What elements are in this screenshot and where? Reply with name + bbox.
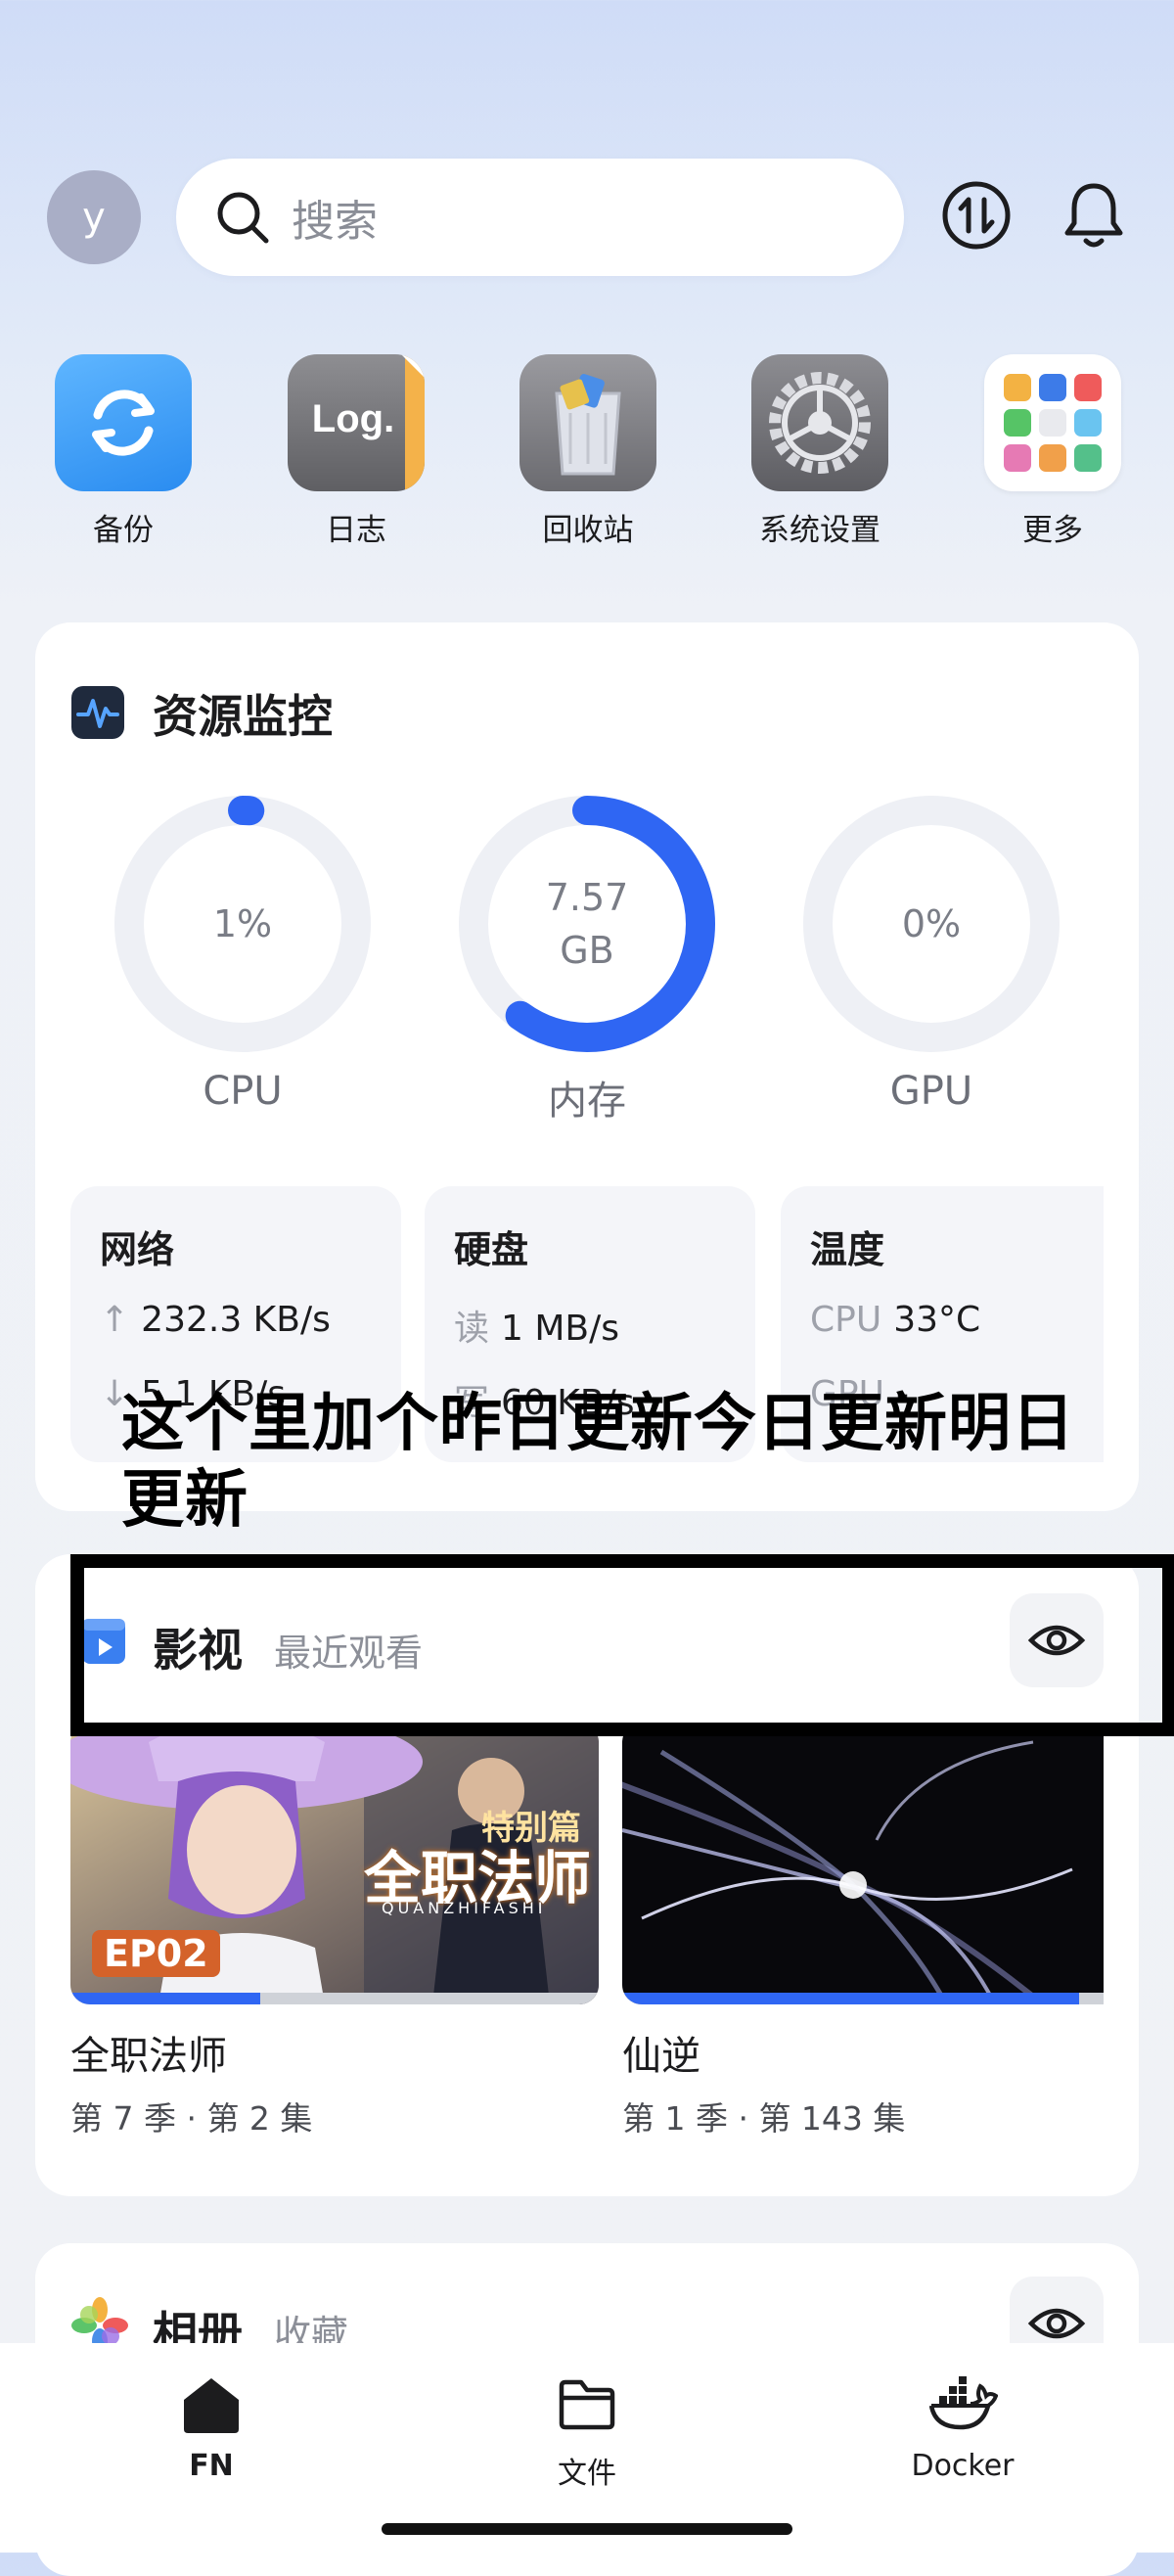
tab-label: 文件 (558, 2457, 616, 2491)
gpu-value: 0% (901, 902, 962, 945)
search-placeholder: 搜索 (292, 197, 378, 247)
thumbnail-subtitle: QUANZHIFASHI (382, 1899, 547, 1917)
stat-title: 网络 (100, 1228, 175, 1271)
progress-track (622, 1993, 1104, 2004)
user-avatar[interactable]: y (47, 170, 141, 264)
docker-icon (928, 2376, 999, 2430)
monitor-title: 资源监控 (153, 690, 333, 743)
progress-fill (622, 1993, 1080, 2004)
search-bar[interactable]: 搜索 (176, 159, 904, 276)
stat-title: 温度 (810, 1228, 885, 1271)
stat-key: 读 (454, 1309, 490, 1349)
app-label: 回收站 (542, 513, 634, 548)
backup-sync-icon (55, 354, 192, 491)
memory-gauge: 7.57 GB (458, 795, 716, 1053)
stat-value: 232.3 KB/s (141, 1300, 331, 1340)
app-log[interactable]: Log. 日志 (278, 354, 434, 549)
eye-icon (1027, 2308, 1086, 2339)
app-recycle-bin[interactable]: 回收站 (510, 354, 666, 549)
search-icon (217, 192, 269, 244)
cpu-value: 1% (212, 902, 273, 945)
episode-badge: EP02 (92, 1930, 220, 1977)
app-label: 日志 (326, 513, 386, 548)
video-episode: 第 7 季 · 第 2 集 (70, 2099, 313, 2138)
app-label: 系统设置 (759, 513, 880, 548)
stat-value: 33°C (893, 1300, 981, 1340)
app-label: 更多 (1022, 513, 1083, 548)
tab-files[interactable]: 文件 (489, 2372, 685, 2492)
progress-fill (70, 1993, 261, 2004)
app-backup[interactable]: 备份 (45, 354, 202, 549)
video-thumbnail-1[interactable]: 特别篇 全职法师 QUANZHIFASHI EP02 (70, 1723, 599, 2004)
monitor-pulse-icon (71, 686, 124, 739)
app-label: 备份 (93, 513, 154, 548)
video-title[interactable]: 仙逆 (622, 2024, 700, 2081)
tab-label: Docker (911, 2449, 1015, 2483)
annotation-highlight-box (70, 1554, 1174, 1736)
video-episode: 第 1 季 · 第 143 集 (622, 2099, 906, 2138)
gpu-gauge: 0% (802, 795, 1061, 1053)
home-icon (184, 2378, 239, 2433)
stat-title: 硬盘 (454, 1228, 529, 1271)
memory-value: 7.57 (545, 876, 629, 919)
tab-fn[interactable]: FN (113, 2372, 309, 2483)
annotation-text: 这个里加个昨日更新今日更新明日更新 (121, 1388, 1075, 1537)
app-more[interactable]: 更多 (974, 354, 1131, 549)
folder-icon (559, 2379, 615, 2430)
upload-arrow-icon: ↑ (100, 1300, 130, 1340)
memory-label: 内存 (548, 1079, 626, 1124)
tab-docker[interactable]: Docker (865, 2372, 1061, 2483)
bell-icon[interactable] (1055, 176, 1133, 254)
transfer-icon[interactable] (939, 178, 1014, 253)
stat-key: CPU (810, 1300, 882, 1340)
gear-icon (751, 354, 888, 491)
log-icon: Log. (288, 354, 425, 491)
tab-label: FN (189, 2449, 234, 2483)
trash-bin-icon (519, 354, 656, 491)
video-title[interactable]: 全职法师 (70, 2024, 227, 2081)
app-system-settings[interactable]: 系统设置 (742, 354, 898, 549)
cpu-label: CPU (203, 1069, 283, 1114)
progress-track (70, 1993, 599, 2004)
log-icon-text: Log. (311, 397, 395, 440)
gpu-label: GPU (889, 1069, 973, 1114)
bottom-tab-bar: FN 文件 Docker (0, 2343, 1174, 2553)
memory-unit: GB (560, 929, 614, 972)
home-indicator (382, 2523, 792, 2535)
video-thumbnail-2[interactable] (622, 1723, 1104, 2004)
apps-grid-icon (984, 354, 1121, 491)
cpu-gauge: 1% (113, 795, 372, 1053)
stat-value: 1 MB/s (501, 1309, 620, 1349)
